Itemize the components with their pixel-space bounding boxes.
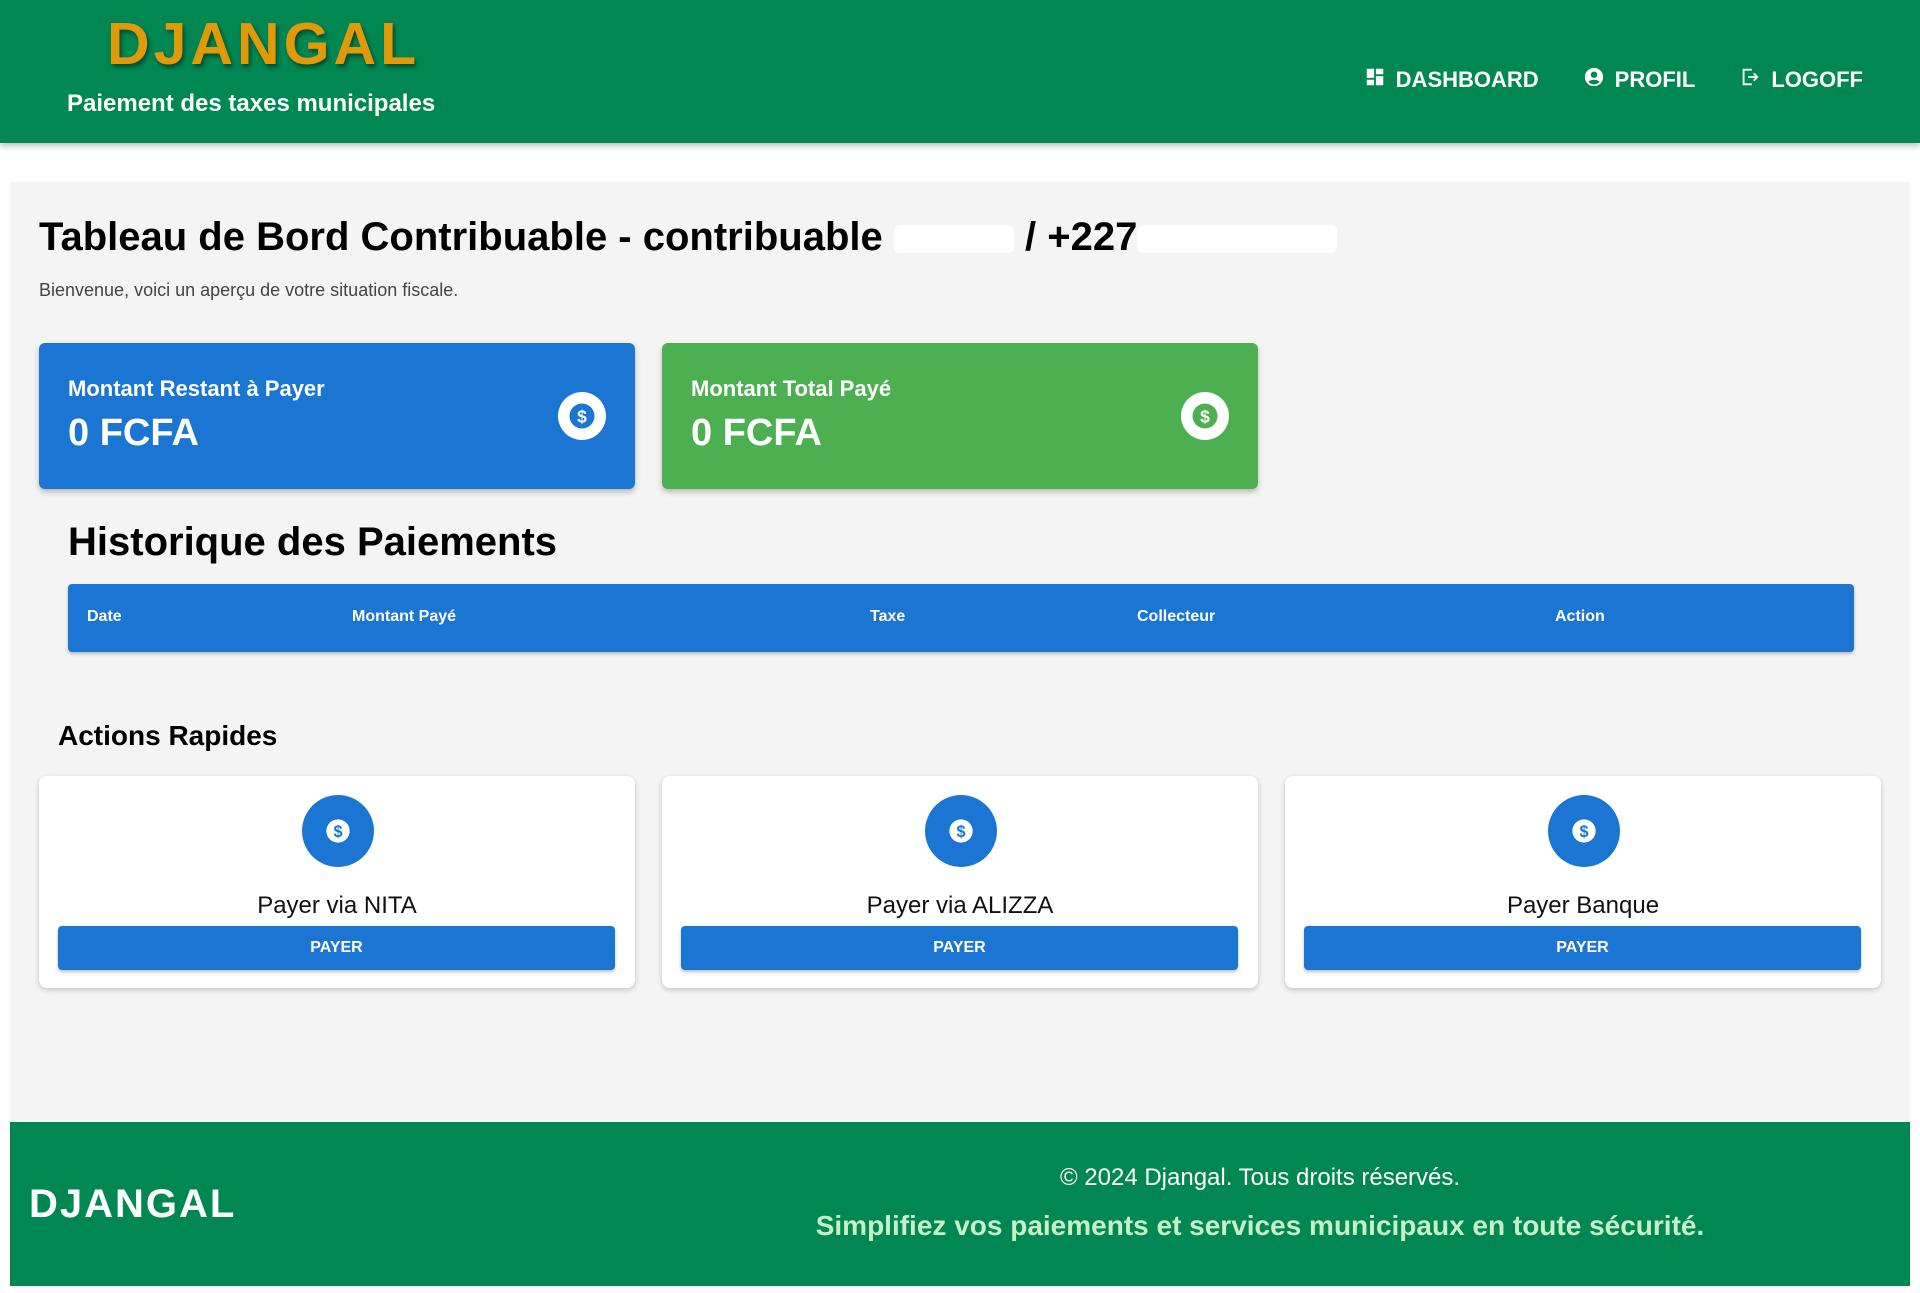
logout-icon — [1739, 66, 1761, 94]
page-title-phone-prefix: / +227 — [1025, 215, 1138, 259]
column-header-action[interactable]: Action — [1555, 608, 1605, 626]
main-nav: DASHBOARD PROFIL LOGOFF — [1364, 66, 1863, 94]
nav-logoff[interactable]: LOGOFF — [1739, 66, 1863, 94]
quick-action-label: Payer Banque — [1506, 892, 1660, 919]
svg-text:$: $ — [956, 823, 965, 841]
stat-card-remaining: Montant Restant à Payer 0 FCFA $ — [39, 343, 635, 489]
svg-text:$: $ — [577, 406, 587, 426]
column-header-tax[interactable]: Taxe — [870, 608, 905, 626]
dollar-circle-icon: $ — [925, 795, 997, 867]
nav-profil[interactable]: PROFIL — [1583, 66, 1696, 94]
brand-logo[interactable]: DJANGAL — [107, 10, 420, 78]
svg-text:$: $ — [1200, 406, 1210, 426]
dollar-circle-icon: $ — [1548, 795, 1620, 867]
svg-text:$: $ — [333, 823, 342, 841]
quick-action-card-bank: $ Payer Banque PAYER — [1285, 776, 1881, 988]
dollar-circle-icon: $ — [1181, 392, 1229, 440]
page-subtitle: Bienvenue, voici un aperçu de votre situ… — [39, 280, 459, 300]
stat-remaining-label: Montant Restant à Payer — [68, 376, 325, 401]
footer-brand: DJANGAL — [29, 1182, 237, 1226]
dollar-circle-icon: $ — [302, 795, 374, 867]
footer-slogan: Simplifiez vos paiements et services mun… — [815, 1210, 1705, 1241]
nav-dashboard[interactable]: DASHBOARD — [1364, 66, 1539, 94]
stat-remaining-value: 0 FCFA — [68, 412, 199, 454]
column-header-amount[interactable]: Montant Payé — [352, 608, 456, 626]
account-circle-icon — [1583, 66, 1605, 94]
nav-logoff-label: LOGOFF — [1771, 67, 1863, 92]
svg-text:$: $ — [1579, 823, 1588, 841]
stat-card-total-paid: Montant Total Payé 0 FCFA $ — [662, 343, 1258, 489]
column-header-collector[interactable]: Collecteur — [1137, 608, 1215, 626]
history-title: Historique des Paiements — [68, 520, 558, 564]
column-header-date[interactable]: Date — [87, 608, 122, 626]
app-header: DJANGAL Paiement des taxes municipales D… — [0, 0, 1920, 143]
stat-paid-value: 0 FCFA — [691, 412, 822, 454]
app-footer: DJANGAL © 2024 Djangal. Tous droits rése… — [10, 1122, 1910, 1286]
quick-actions-title: Actions Rapides — [58, 720, 278, 751]
footer-copyright: © 2024 Djangal. Tous droits réservés. — [1059, 1164, 1461, 1191]
quick-action-label: Payer via ALIZZA — [866, 892, 1054, 919]
dollar-circle-icon: $ — [558, 392, 606, 440]
pay-alizza-button[interactable]: PAYER — [681, 926, 1238, 970]
pay-bank-button[interactable]: PAYER — [1304, 926, 1861, 970]
brand-tagline: Paiement des taxes municipales — [67, 90, 436, 117]
redacted-phone — [1137, 225, 1338, 254]
redacted-username — [893, 225, 1014, 254]
page-title-prefix: Tableau de Bord Contribuable - contribua… — [39, 215, 883, 259]
nav-dashboard-label: DASHBOARD — [1395, 67, 1539, 92]
pay-nita-button[interactable]: PAYER — [58, 926, 615, 970]
quick-action-card-nita: $ Payer via NITA PAYER — [39, 776, 635, 988]
page-title: Tableau de Bord Contribuable - contribua… — [39, 215, 1338, 260]
dashboard-icon — [1364, 66, 1386, 94]
dashboard-main: Tableau de Bord Contribuable - contribua… — [10, 182, 1910, 1122]
payment-history-table: Date Montant Payé Taxe Collecteur Action — [68, 584, 1854, 652]
stat-paid-label: Montant Total Payé — [691, 376, 892, 401]
nav-profil-label: PROFIL — [1614, 67, 1696, 92]
quick-action-card-alizza: $ Payer via ALIZZA PAYER — [662, 776, 1258, 988]
quick-action-label: Payer via NITA — [257, 892, 417, 919]
